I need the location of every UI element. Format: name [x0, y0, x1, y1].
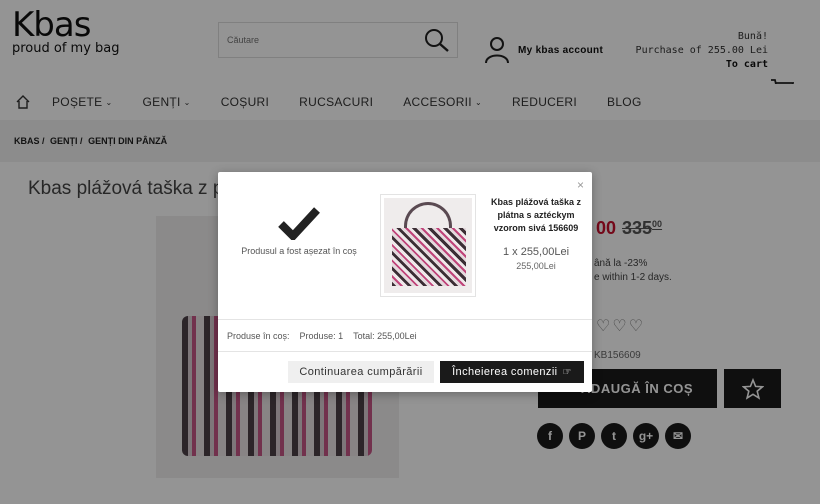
divider: [218, 351, 592, 352]
cart-summary-line: Produse în coș: Produse: 1 Total: 255,00…: [227, 331, 427, 341]
summary-count: Produse: 1: [299, 331, 344, 341]
divider: [218, 319, 592, 320]
close-icon[interactable]: ×: [577, 178, 584, 192]
bag-body: [392, 228, 466, 286]
modal-product-name: Kbas plážová taška z plátna s aztéckym v…: [490, 197, 582, 233]
summary-total: Total: 255,00Lei: [353, 331, 417, 341]
summary-label: Produse în coș:: [227, 331, 290, 341]
continue-shopping-button[interactable]: Continuarea cumpărării: [288, 361, 434, 383]
product-thumbnail: [380, 194, 476, 297]
added-to-cart-modal: × Produsul a fost așezat în coș Kbas plá…: [218, 172, 592, 392]
checkout-label: Încheierea comenzii: [452, 366, 558, 378]
unit-price: 255,00Lei: [516, 261, 556, 271]
quantity-price: 1 x 255,00Lei: [502, 246, 570, 258]
pointing-hand-icon: ☞: [562, 366, 572, 378]
bag-thumbnail-image: [384, 198, 472, 293]
added-message: Produsul a fost așezat în coș: [241, 246, 357, 256]
checkmark-icon: [278, 207, 320, 240]
checkout-button[interactable]: Încheierea comenzii ☞: [440, 361, 584, 383]
